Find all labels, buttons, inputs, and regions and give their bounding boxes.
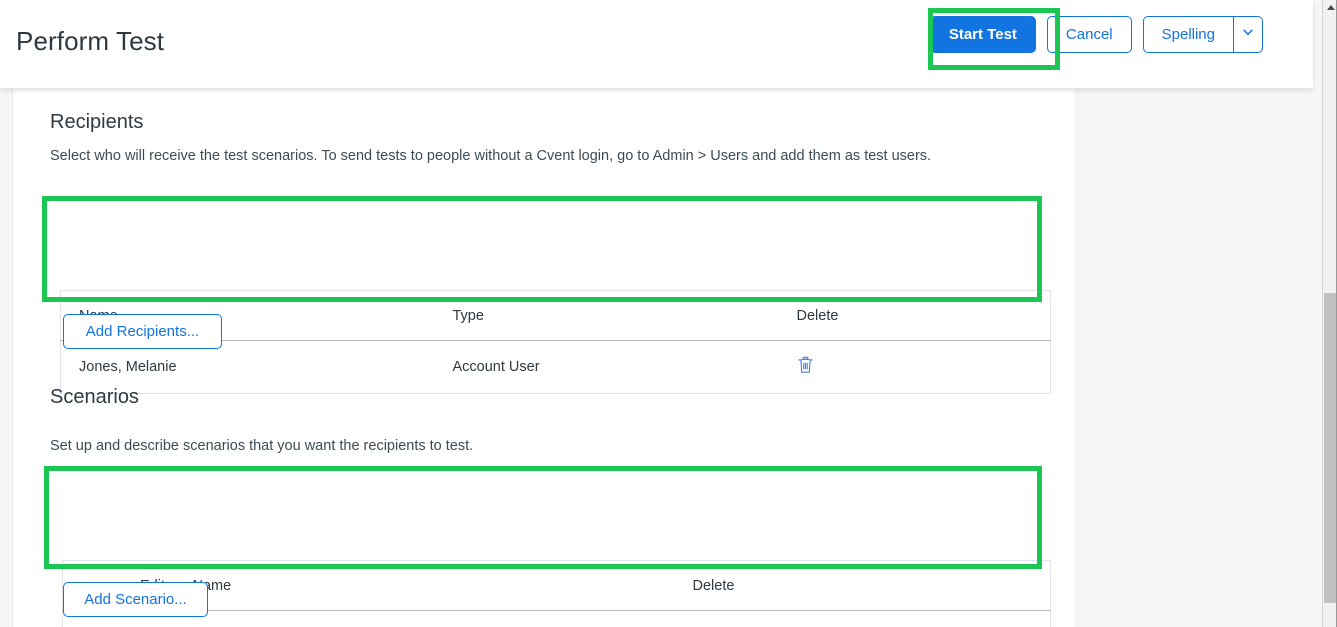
app-root: Perform Test Start Test Cancel Spelling … bbox=[0, 0, 1337, 627]
scrollbar-up-arrow[interactable] bbox=[1323, 0, 1337, 15]
header-actions: Start Test Cancel Spelling bbox=[929, 16, 1263, 53]
scenario-actions-cell bbox=[693, 611, 1051, 627]
scenarios-section-title: Scenarios bbox=[50, 386, 139, 408]
vertical-scrollbar[interactable] bbox=[1322, 0, 1337, 627]
content-card: Recipients Select who will receive the t… bbox=[13, 89, 1074, 627]
column-header-type: Type bbox=[452, 290, 797, 341]
spelling-split-button: Spelling bbox=[1142, 16, 1263, 53]
spelling-dropdown-toggle[interactable] bbox=[1233, 16, 1263, 53]
column-header-name: Name bbox=[192, 560, 693, 611]
add-scenario-button[interactable]: Add Scenario... bbox=[63, 582, 208, 617]
trash-icon[interactable] bbox=[797, 356, 814, 374]
spelling-button[interactable]: Spelling bbox=[1142, 16, 1233, 53]
page-header: Perform Test Start Test Cancel Spelling bbox=[0, 0, 1313, 89]
left-gutter bbox=[0, 89, 13, 627]
scenarios-table: Edit Name Delete Website ( bbox=[62, 560, 1051, 627]
table-header-row: Edit Name Delete bbox=[62, 560, 1051, 611]
recipients-section-title: Recipients bbox=[50, 111, 144, 133]
start-test-button[interactable]: Start Test bbox=[929, 16, 1036, 53]
scenarios-section-description: Set up and describe scenarios that you w… bbox=[50, 438, 474, 454]
table-row: Website (via Weblink) bbox=[63, 611, 1051, 627]
column-header-delete: Delete bbox=[692, 560, 1051, 611]
page-title: Perform Test bbox=[16, 26, 165, 56]
scenario-name-cell: Website (via Weblink) bbox=[193, 611, 693, 627]
recipients-section-description: Select who will receive the test scenari… bbox=[50, 148, 932, 164]
add-recipients-button[interactable]: Add Recipients... bbox=[63, 314, 222, 349]
cancel-button[interactable]: Cancel bbox=[1046, 16, 1132, 53]
column-header-delete: Delete bbox=[796, 290, 1051, 341]
chevron-down-icon bbox=[1241, 25, 1255, 44]
recipient-type-cell: Account User bbox=[452, 359, 540, 375]
recipient-delete-cell bbox=[797, 341, 1051, 394]
triangle-up-icon bbox=[1326, 5, 1335, 10]
